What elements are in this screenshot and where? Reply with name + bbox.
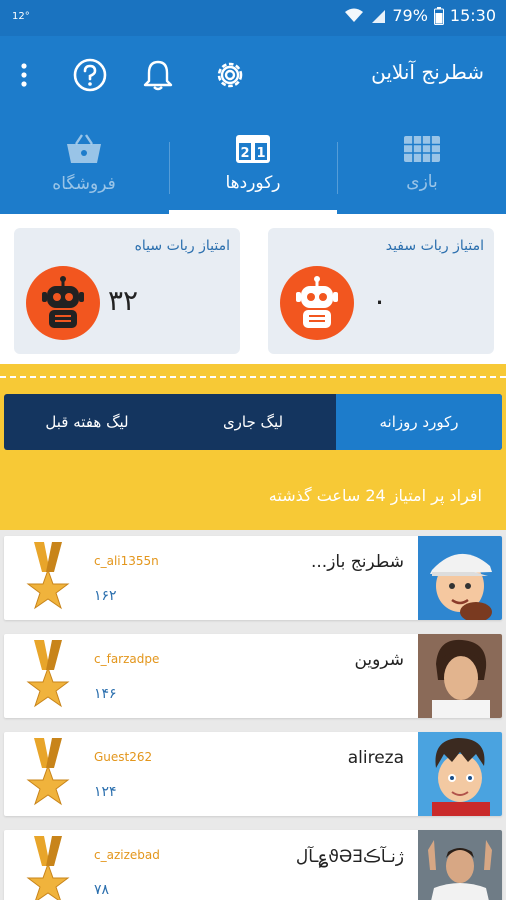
battery-icon (433, 6, 444, 25)
tab-bar: فروشگاه 2 1 رکوردها بازی (0, 114, 506, 214)
tab-game-label: بازی (406, 172, 438, 192)
tab-shop[interactable]: فروشگاه (0, 114, 168, 214)
list-item[interactable]: c_azizebad ۷۸ ژنـآڪϑƏƎ؏ـآل (4, 830, 502, 900)
list-item[interactable]: Guest262 ۱۲۴ alireza (4, 732, 502, 816)
medal-icon (26, 640, 70, 708)
white-bot-score-card: امتیاز ربات سفید ۰ (268, 228, 494, 354)
wifi-icon (345, 8, 364, 22)
signal-icon (372, 9, 386, 23)
app-bar: شطرنج آنلاین (0, 36, 506, 114)
player-avatar (418, 634, 502, 718)
player-name: ژنـآڪϑƏƎ؏ـآل (295, 847, 404, 867)
medal-icon (26, 542, 70, 610)
help-icon[interactable] (70, 55, 110, 95)
status-indicator: 12° (12, 11, 30, 22)
more-options-icon[interactable] (12, 55, 36, 95)
player-username: c_azizebad (94, 848, 160, 862)
battery-percent: 79% (392, 6, 428, 25)
black-robot-icon (26, 266, 100, 340)
league-segmented-control: لیگ هفته قبل لیگ جاری رکورد روزانه (4, 394, 502, 450)
svg-text:1: 1 (256, 146, 265, 161)
medal-icon (26, 836, 70, 900)
white-bot-label: امتیاز ربات سفید (385, 238, 484, 254)
gear-icon[interactable] (210, 55, 250, 95)
player-username: c_ali1355n (94, 554, 159, 568)
player-score: ۷۸ (94, 882, 110, 898)
dashed-divider (0, 376, 506, 378)
segment-current-league[interactable]: لیگ جاری (170, 394, 336, 450)
player-score: ۱۶۲ (94, 588, 117, 604)
list-title: افراد پر امتیاز 24 ساعت گذشته (268, 486, 482, 505)
grid-icon (404, 136, 440, 162)
list-item[interactable]: c_ali1355n ۱۶۲ شطرنج باز... (4, 536, 502, 620)
tab-game[interactable]: بازی (338, 114, 506, 214)
bot-scores: امتیاز ربات سیاه ۳۲ امتیاز ربات سفید ۰ (0, 214, 506, 364)
app-title: شطرنج آنلاین (371, 60, 484, 84)
tab-records[interactable]: 2 1 رکوردها (169, 114, 337, 214)
player-name: شطرنج باز... (310, 552, 404, 572)
scoreboard-icon: 2 1 (236, 135, 270, 163)
player-username: Guest262 (94, 750, 153, 764)
player-score: ۱۲۴ (94, 784, 117, 800)
black-bot-score: ۳۲ (108, 284, 139, 317)
player-avatar (418, 830, 502, 900)
basket-icon (67, 134, 101, 163)
player-score: ۱۴۶ (94, 686, 117, 702)
records-header: لیگ هفته قبل لیگ جاری رکورد روزانه افراد… (0, 364, 506, 530)
svg-text:2: 2 (240, 146, 249, 161)
black-bot-label: امتیاز ربات سیاه (134, 238, 230, 254)
segment-daily-record[interactable]: رکورد روزانه (336, 394, 502, 450)
player-username: c_farzadpe (94, 652, 160, 666)
status-bar: 12° 79% 15:30 (0, 0, 506, 36)
tab-shop-label: فروشگاه (52, 174, 116, 194)
player-name: alireza (347, 748, 404, 768)
player-avatar (418, 732, 502, 816)
medal-icon (26, 738, 70, 806)
status-icons: 79% 15:30 (344, 6, 496, 25)
white-robot-icon (280, 266, 354, 340)
list-item[interactable]: c_farzadpe ۱۴۶ شروین (4, 634, 502, 718)
player-avatar (418, 536, 502, 620)
tab-records-label: رکوردها (225, 173, 281, 193)
bell-icon[interactable] (138, 55, 178, 95)
clock: 15:30 (449, 6, 496, 25)
white-bot-score: ۰ (372, 284, 388, 317)
players-list: c_ali1355n ۱۶۲ شطرنج باز... c_farzadpe ۱… (0, 530, 506, 900)
segment-last-week-league[interactable]: لیگ هفته قبل (4, 394, 170, 450)
black-bot-score-card: امتیاز ربات سیاه ۳۲ (14, 228, 240, 354)
player-name: شروین (354, 650, 404, 670)
